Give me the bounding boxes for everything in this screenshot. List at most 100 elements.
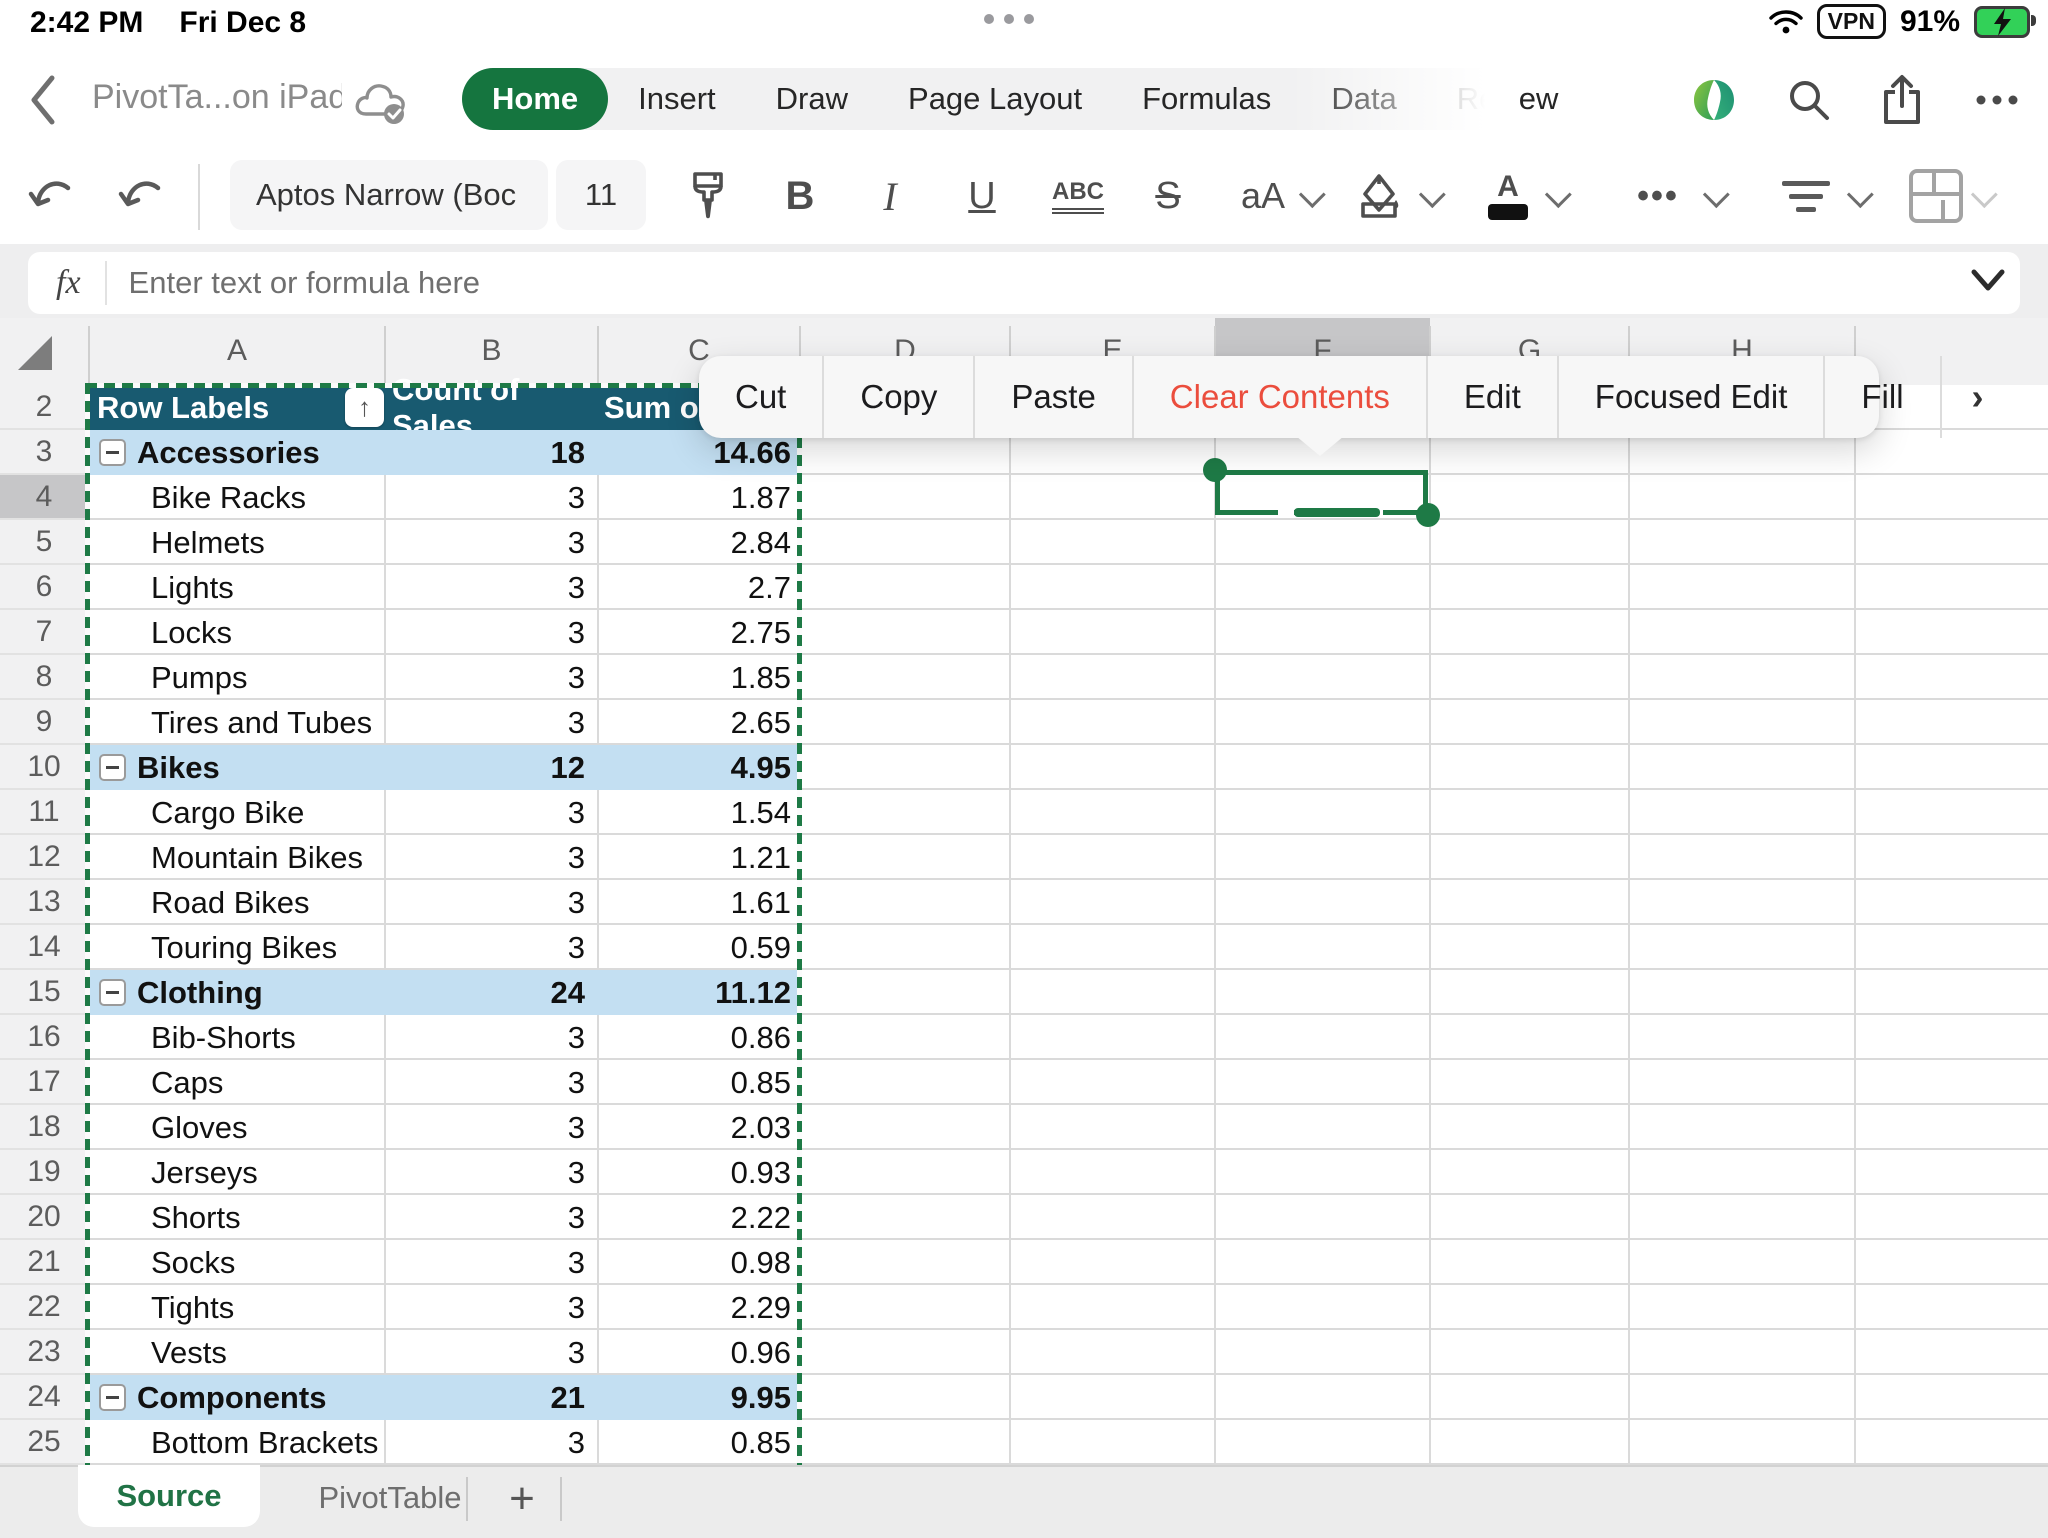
pivot-item-label[interactable]: Vests [151, 1330, 391, 1375]
alignment-chevron-icon[interactable] [1847, 181, 1874, 208]
pivot-item-label[interactable]: Lights [151, 565, 391, 610]
ribbon-tab-formulas[interactable]: Formulas [1112, 68, 1301, 130]
pivot-sum-value[interactable]: 1.54 [519, 790, 791, 835]
ribbon-tab-draw[interactable]: Draw [746, 68, 878, 130]
pivot-item-label[interactable]: Socks [151, 1240, 391, 1285]
font-style-button[interactable]: aA [1228, 152, 1298, 240]
row-header-8[interactable]: 8 [0, 655, 88, 700]
row-header-7[interactable]: 7 [0, 610, 88, 655]
row-header-6[interactable]: 6 [0, 565, 88, 610]
more-formatting-button[interactable]: ••• [1618, 152, 1698, 240]
formula-expand-icon[interactable] [1968, 266, 2008, 294]
share-icon[interactable] [1880, 74, 1924, 126]
pivot-sum-value[interactable]: 11.12 [519, 970, 791, 1015]
document-title[interactable]: PivotTa...on iPad [92, 78, 342, 117]
pivot-sum-value[interactable]: 2.65 [519, 700, 791, 745]
row-header-24[interactable]: 24 [0, 1375, 88, 1420]
ribbon-tab-page-layout[interactable]: Page Layout [878, 68, 1112, 130]
font-size-picker[interactable]: 11 [556, 160, 646, 230]
pivot-category-label[interactable]: Accessories [137, 430, 377, 475]
pivot-sum-value[interactable]: 2.22 [519, 1195, 791, 1240]
select-all-button[interactable] [18, 336, 52, 370]
row-header-17[interactable]: 17 [0, 1060, 88, 1105]
row-header-22[interactable]: 22 [0, 1285, 88, 1330]
font-color-chevron-icon[interactable] [1545, 181, 1572, 208]
sheet-tab-pivottable[interactable]: PivotTable [300, 1473, 480, 1523]
spreadsheet-grid[interactable]: 2345678910111213141516171819202122232425… [0, 385, 2048, 1465]
row-header-21[interactable]: 21 [0, 1240, 88, 1285]
row-header-2[interactable]: 2 [0, 385, 88, 430]
fill-color-chevron-icon[interactable] [1419, 181, 1446, 208]
row-header-9[interactable]: 9 [0, 700, 88, 745]
sort-button[interactable]: ↑ [345, 388, 384, 427]
fill-color-button[interactable] [1346, 152, 1412, 240]
selection-handle-topleft[interactable] [1203, 458, 1227, 482]
pivot-sum-value[interactable]: 1.21 [519, 835, 791, 880]
row-header-13[interactable]: 13 [0, 880, 88, 925]
format-painter-button[interactable] [680, 152, 736, 240]
underline-button[interactable]: U [952, 152, 1012, 240]
more-icon[interactable] [1972, 77, 2022, 123]
pivot-item-label[interactable]: Bike Racks [151, 475, 391, 520]
pivot-sum-value[interactable]: 2.29 [519, 1285, 791, 1330]
row-header-18[interactable]: 18 [0, 1105, 88, 1150]
pivot-header-row-labels[interactable]: Row Labels [97, 385, 337, 430]
ribbon-tab-home[interactable]: Home [462, 68, 608, 130]
menu-item-copy[interactable]: Copy [822, 356, 973, 438]
pivot-sum-value[interactable]: 0.96 [519, 1330, 791, 1375]
font-name-picker[interactable]: Aptos Narrow (Boc [230, 160, 548, 230]
font-style-chevron-icon[interactable] [1299, 181, 1326, 208]
pivot-header-count[interactable]: Count of Sales [392, 385, 592, 430]
menu-item-paste[interactable]: Paste [973, 356, 1131, 438]
pivot-item-label[interactable]: Helmets [151, 520, 391, 565]
row-header-19[interactable]: 19 [0, 1150, 88, 1195]
formula-input[interactable]: fx Enter text or formula here [28, 252, 2020, 314]
pivot-sum-value[interactable]: 2.75 [519, 610, 791, 655]
pivot-item-label[interactable]: Bottom Brackets [151, 1420, 391, 1465]
row-header-25[interactable]: 25 [0, 1420, 88, 1465]
row-header-10[interactable]: 10 [0, 745, 88, 790]
pivot-item-label[interactable]: Locks [151, 610, 391, 655]
borders-chevron-icon[interactable] [1971, 181, 1998, 208]
collapse-button[interactable] [99, 439, 126, 466]
alignment-button[interactable] [1776, 152, 1836, 240]
pivot-item-label[interactable]: Pumps [151, 655, 391, 700]
row-header-4[interactable]: 4 [0, 475, 88, 520]
italic-button[interactable]: I [862, 152, 918, 240]
more-formatting-chevron-icon[interactable] [1703, 181, 1730, 208]
pivot-item-label[interactable]: Road Bikes [151, 880, 391, 925]
pivot-item-label[interactable]: Bib-Shorts [151, 1015, 391, 1060]
double-underline-button[interactable]: ABC [1040, 152, 1116, 240]
pivot-item-label[interactable]: Shorts [151, 1195, 391, 1240]
search-icon[interactable] [1786, 77, 1832, 123]
menu-item-edit[interactable]: Edit [1426, 356, 1557, 438]
row-header-23[interactable]: 23 [0, 1330, 88, 1375]
pivot-sum-value[interactable]: 2.84 [519, 520, 791, 565]
pivot-sum-value[interactable]: 0.59 [519, 925, 791, 970]
pivot-sum-value[interactable]: 1.87 [519, 475, 791, 520]
sheet-tab-source[interactable]: Source [78, 1465, 260, 1527]
collapse-button[interactable] [99, 1384, 126, 1411]
pivot-sum-value[interactable]: 1.85 [519, 655, 791, 700]
undo-icon[interactable] [28, 174, 80, 222]
selection-handle-bottomright[interactable] [1416, 503, 1440, 527]
strikethrough-button[interactable]: S [1140, 152, 1196, 240]
back-icon[interactable] [26, 72, 60, 128]
pivot-item-label[interactable]: Touring Bikes [151, 925, 391, 970]
pivot-sum-value[interactable]: 0.98 [519, 1240, 791, 1285]
pivot-sum-value[interactable]: 0.85 [519, 1060, 791, 1105]
menu-item-cut[interactable]: Cut [699, 356, 822, 438]
redo-icon[interactable] [118, 174, 170, 222]
menu-more-chevron[interactable]: › [1940, 356, 2014, 438]
pivot-sum-value[interactable]: 0.85 [519, 1420, 791, 1465]
pivot-item-label[interactable]: Tights [151, 1285, 391, 1330]
row-header-12[interactable]: 12 [0, 835, 88, 880]
font-color-button[interactable]: A [1478, 152, 1538, 240]
ribbon-tab-insert[interactable]: Insert [608, 68, 746, 130]
pivot-item-label[interactable]: Caps [151, 1060, 391, 1105]
row-header-14[interactable]: 14 [0, 925, 88, 970]
pivot-sum-value[interactable]: 4.95 [519, 745, 791, 790]
multitask-grabber-icon[interactable] [984, 14, 1034, 24]
menu-item-clear-contents[interactable]: Clear Contents [1132, 356, 1426, 438]
pivot-item-label[interactable]: Jerseys [151, 1150, 391, 1195]
